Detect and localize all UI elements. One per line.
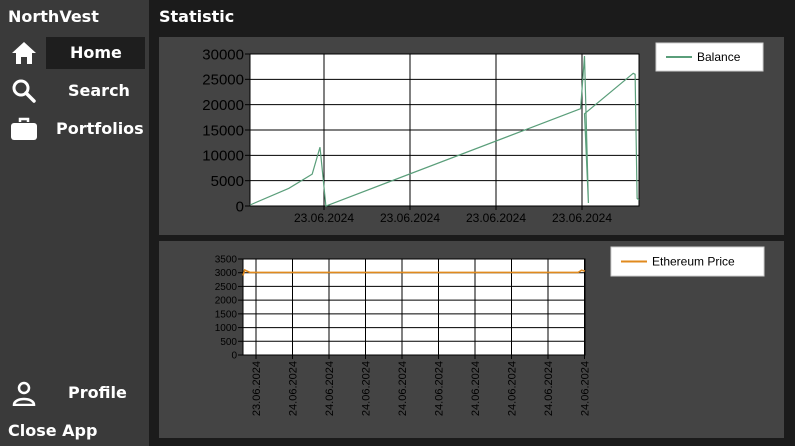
balance-chart: 0 5000 10000 15000 20000 25000 30000 23.06.2024… bbox=[202, 42, 764, 225]
y-tick-label: 3500 bbox=[215, 255, 238, 266]
x-tick-label: 24.06.2024 bbox=[580, 361, 592, 416]
page-title: Statistic bbox=[159, 7, 235, 26]
y-tick-label: 15000 bbox=[202, 122, 244, 139]
x-tick-label: 24.06.2024 bbox=[361, 361, 373, 416]
x-tick-label: 24.06.2024 bbox=[543, 361, 555, 416]
sidebar-item-label: Home bbox=[70, 43, 122, 67]
y-tick-label: 3000 bbox=[215, 268, 238, 279]
y-tick-label: 30000 bbox=[202, 46, 244, 63]
y-tick-label: 25000 bbox=[202, 72, 244, 89]
ethereum-price-chart: 0 500 1000 1500 2000 2500 3000 3500 23.06.2024 24… bbox=[215, 246, 765, 416]
x-tick-label: 24.06.2024 bbox=[324, 361, 336, 416]
x-tick-label: 23.06.2024 bbox=[552, 211, 612, 225]
x-tick-label: 23.06.2024 bbox=[294, 211, 354, 225]
x-tick-label: 24.06.2024 bbox=[470, 361, 482, 416]
legend-label: Balance bbox=[697, 50, 741, 64]
sidebar-item-label: Portfolios bbox=[56, 119, 144, 138]
y-tick-label: 2500 bbox=[215, 282, 238, 293]
x-tick-label: 23.06.2024 bbox=[466, 211, 526, 225]
y-tick-label: 0 bbox=[236, 198, 244, 215]
app-title: NorthVest bbox=[8, 7, 99, 26]
sidebar-item-label: Search bbox=[68, 81, 130, 100]
sidebar: NorthVest Home Search Portfolios Profile… bbox=[0, 0, 149, 446]
y-tick-label: 2000 bbox=[215, 296, 238, 307]
legend-label: Ethereum Price bbox=[652, 255, 735, 269]
briefcase-icon bbox=[11, 117, 37, 140]
y-tick-label: 0 bbox=[231, 351, 237, 362]
y-tick-label: 20000 bbox=[202, 97, 244, 114]
plot-area bbox=[243, 259, 585, 355]
x-tick-label: 23.06.2024 bbox=[380, 211, 440, 225]
x-tick-label: 23.06.2024 bbox=[251, 361, 263, 416]
sidebar-item-profile[interactable]: Profile bbox=[0, 377, 149, 409]
x-tick-label: 24.06.2024 bbox=[397, 361, 409, 416]
sidebar-item-portfolios[interactable]: Portfolios bbox=[0, 113, 149, 145]
user-icon bbox=[12, 381, 36, 406]
sidebar-item-label: Profile bbox=[68, 383, 127, 402]
balance-chart-panel: 0 5000 10000 15000 20000 25000 30000 23.06.2024… bbox=[159, 37, 784, 235]
ethereum-chart-panel: 0 500 1000 1500 2000 2500 3000 3500 23.06.2024 24… bbox=[159, 241, 784, 438]
y-tick-label: 10000 bbox=[202, 148, 244, 165]
x-tick-label: 24.06.2024 bbox=[434, 361, 446, 416]
x-tick-label: 24.06.2024 bbox=[288, 361, 300, 416]
home-icon bbox=[12, 42, 36, 64]
sidebar-item-search[interactable]: Search bbox=[0, 75, 149, 107]
y-tick-label: 5000 bbox=[211, 173, 244, 190]
y-tick-label: 1500 bbox=[215, 309, 238, 320]
y-tick-label: 500 bbox=[220, 337, 237, 348]
search-icon bbox=[12, 79, 36, 103]
sidebar-item-home[interactable]: Home bbox=[0, 37, 149, 69]
y-tick-label: 1000 bbox=[215, 323, 238, 334]
close-app-button[interactable]: Close App bbox=[8, 421, 97, 440]
x-tick-label: 24.06.2024 bbox=[507, 361, 519, 416]
